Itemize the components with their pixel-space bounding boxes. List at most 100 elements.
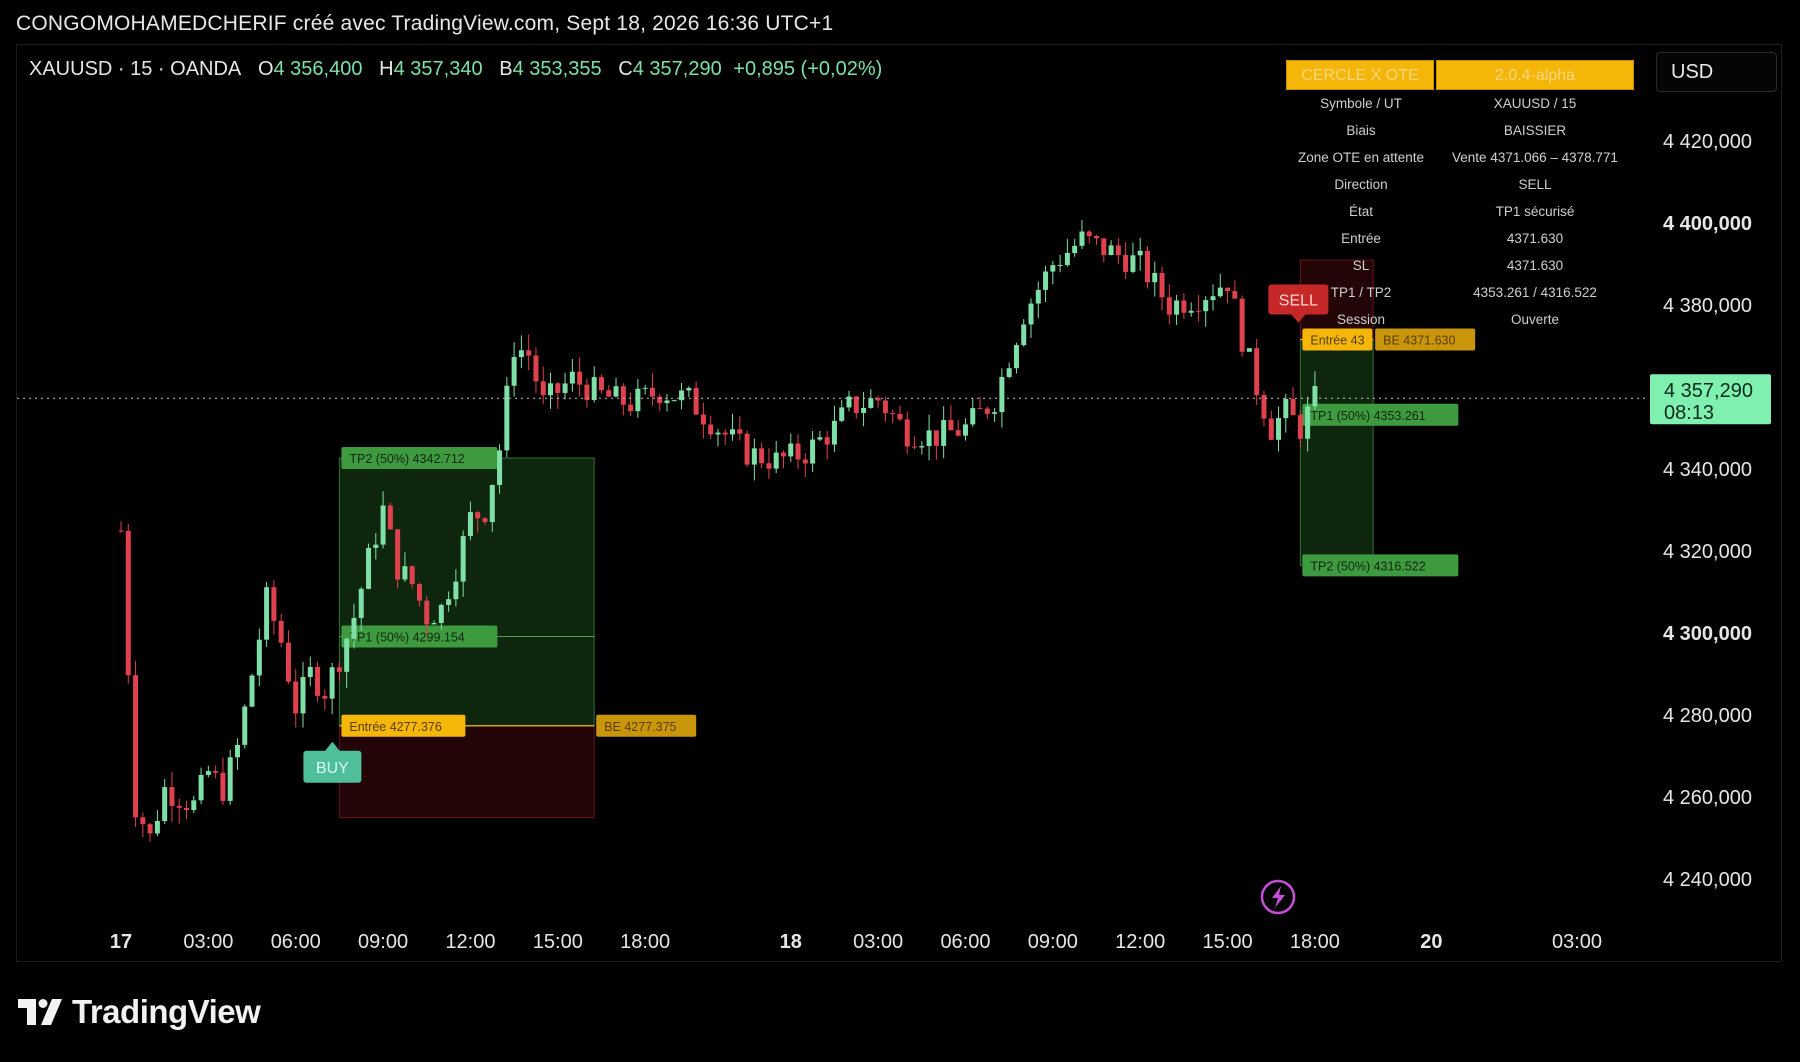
candle-body [802,459,808,464]
candle-body [278,620,284,643]
y-tick-label: 4 340,000 [1663,459,1752,481]
entry-tag: Entrée 4277.376 [349,720,441,734]
candle-body [1188,310,1194,313]
candle-body [1225,287,1231,292]
candle-body [1021,324,1027,346]
ote-row-value: Vente 4371.066 – 4378.771 [1452,150,1618,165]
low-key: B [499,58,513,80]
candle-body [504,385,510,451]
ote-row-value: TP1 sécurisé [1495,204,1575,219]
candle-body [657,396,663,404]
candle-body [773,452,779,469]
x-tick-label: 18 [780,931,802,953]
x-tick-label: 20 [1420,931,1442,953]
ote-panel-row: Entrée 4371.630 [1286,225,1634,252]
change-value: +0,895 (+0,02%) [733,58,883,80]
candle-body [861,407,867,413]
candle-body [1290,398,1296,416]
candle-body [1137,250,1143,256]
ohlc-legend: XAUUSD · 15 · OANDA O4 356,400 H4 357,34… [29,58,882,81]
candle-body [562,383,568,393]
breakeven-tag: BE 4371.630 [1383,333,1455,347]
ote-panel-row: SL 4371.630 [1286,252,1634,279]
candle-body [1050,265,1056,272]
candle-body [184,807,190,811]
breakeven-tag: BE 4277.375 [604,720,676,734]
candle-body [467,512,473,537]
candle-body [620,386,626,405]
x-tick-label: 03:00 [1552,931,1602,953]
ote-panel-row: Session Ouverte [1286,306,1634,333]
candle-body [853,396,859,413]
candle-body [344,638,350,672]
candle-body [336,667,342,672]
candle-body [831,420,837,445]
candle-body [1283,398,1289,419]
candle-body [730,429,736,435]
candle-body [933,430,939,446]
candle-body [1013,345,1019,369]
candle-body [1094,236,1100,239]
candle-body [140,817,146,825]
candle-body [788,443,794,457]
ote-row-label: Biais [1346,123,1376,138]
x-tick-label: 12:00 [1115,931,1165,953]
ote-row-label: SL [1352,258,1370,273]
candle-body [387,505,393,530]
candle-body [1144,250,1150,283]
ote-row-label: TP1 / TP2 [1330,285,1392,300]
candle-body [1305,406,1311,439]
tradingview-logo-icon [18,999,62,1025]
candle-body [598,377,604,391]
candle-body [977,408,983,410]
candle-body [300,677,306,714]
candle-body [766,463,772,469]
high-key: H [379,58,394,80]
candle-body [1195,310,1201,312]
candle-body [810,439,816,464]
candle-body [904,419,910,447]
candle-body [475,512,481,519]
current-price-label: 4 357,290 [1664,380,1753,402]
candle-body [555,383,561,393]
candle-body [737,429,743,434]
x-tick-label: 18:00 [1290,931,1340,953]
candle-body [271,587,277,621]
high-value: 4 357,340 [393,58,483,80]
candle-body [1210,296,1216,301]
candle-body [220,772,226,801]
symbol-label[interactable]: XAUUSD · 15 · OANDA [29,58,241,80]
candle-body [540,381,546,396]
buy-signal-label: BUY [316,760,349,777]
candle-body [890,413,896,415]
ote-row-label: Session [1336,312,1386,327]
candle-body [1035,289,1041,304]
x-tick-label: 12:00 [445,931,495,953]
candle-body [256,639,262,676]
open-key: O [257,58,274,80]
candle-body [1101,238,1107,255]
ote-row-value: BAISSIER [1503,123,1567,138]
candle-body [1079,231,1085,246]
candle-body [125,530,131,676]
tradingview-logo[interactable]: TradingView [18,992,261,1032]
candle-body [1152,273,1158,283]
candle-body [992,412,998,414]
candle-body [329,667,335,699]
x-tick-label: 06:00 [940,931,990,953]
candle-body [191,800,197,811]
candle-body [533,355,539,382]
candle-body [897,413,903,420]
candle-body [242,706,248,745]
candle-body [1181,300,1187,313]
currency-button[interactable]: USD [1656,52,1777,92]
candle-body [722,432,728,435]
buy-signal-pointer [324,741,341,752]
ote-row-value: 4371.630 [1506,258,1564,273]
candle-body [780,452,786,457]
candle-body [846,396,852,408]
candle-body [984,408,990,414]
candle-body [1006,368,1012,377]
candle-body [366,547,372,589]
candle-body [882,400,888,414]
